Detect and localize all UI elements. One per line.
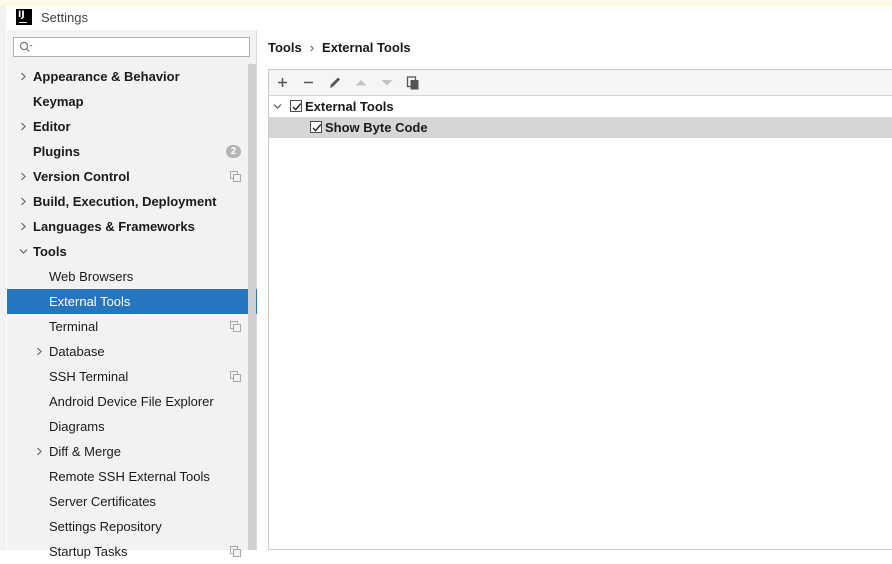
sidebar-item-label: Settings Repository [49,519,162,534]
sidebar-item-keymap[interactable]: Keymap [7,89,257,114]
left-strip [0,6,6,550]
sidebar-item-server-certificates[interactable]: Server Certificates [7,489,257,514]
project-level-icon [230,546,241,557]
sidebar-scrollbar[interactable] [248,64,256,550]
chevron-right-icon[interactable] [19,197,28,206]
sidebar-item-database[interactable]: Database [7,339,257,364]
sidebar-item-label: Editor [33,119,71,134]
tool-group-label: External Tools [305,99,394,114]
intellij-logo-icon: IJ [16,9,32,25]
breadcrumb-separator: › [309,40,315,55]
edit-icon [330,77,340,88]
chevron-right-icon[interactable] [35,447,44,456]
remove-button[interactable] [300,74,318,91]
sidebar-item-label: Database [49,344,105,359]
sidebar-item-plugins[interactable]: Plugins 2 [7,139,257,164]
sidebar-item-web-browsers[interactable]: Web Browsers [7,264,257,289]
tool-group-checkbox[interactable] [290,100,302,112]
add-icon [278,78,287,87]
sidebar-item-appearance-behavior[interactable]: Appearance & Behavior [7,64,257,89]
chevron-right-icon[interactable] [19,172,28,181]
tools-toolbar [269,70,892,96]
checkmark-icon [312,124,322,132]
chevron-right-icon[interactable] [19,72,28,81]
scrollbar-thumb[interactable] [248,64,256,550]
breadcrumb: Tools › External Tools [268,40,411,55]
tool-label: Show Byte Code [325,120,428,135]
sidebar-item-label: Plugins [33,144,80,159]
chevron-down-icon[interactable] [273,102,282,111]
sidebar-item-tools[interactable]: Tools [7,239,257,264]
tool-checkbox[interactable] [310,121,322,133]
sidebar-item-label: External Tools [49,294,131,309]
plugins-update-badge: 2 [226,145,241,158]
sidebar-item-languages-frameworks[interactable]: Languages & Frameworks [7,214,257,239]
checkmark-icon [292,103,302,111]
sidebar-item-label: Languages & Frameworks [33,219,195,234]
sidebar-item-diagrams[interactable]: Diagrams [7,414,257,439]
sidebar-item-label: Web Browsers [49,269,134,284]
breadcrumb-current: External Tools [322,40,411,55]
project-level-icon [230,321,241,332]
move-down-icon [381,80,393,86]
search-input[interactable] [13,37,250,57]
move-up-button[interactable] [352,74,370,91]
project-level-icon [230,171,241,182]
sidebar-item-label: Diff & Merge [49,444,122,459]
sidebar-item-label: Keymap [33,94,84,109]
remove-icon [304,81,313,84]
move-down-button[interactable] [378,74,396,91]
add-button[interactable] [274,74,292,91]
copy-icon [406,76,419,90]
sidebar-item-android-device-file-explorer[interactable]: Android Device File Explorer [7,389,257,414]
project-level-icon [230,371,241,382]
sidebar-item-label: Tools [33,244,67,259]
search-icon [19,41,33,52]
edit-button[interactable] [326,74,344,91]
sidebar-item-startup-tasks[interactable]: Startup Tasks [7,539,257,564]
sidebar-item-label: Diagrams [49,419,105,434]
sidebar-item-remote-ssh-external-tools[interactable]: Remote SSH External Tools [7,464,257,489]
sidebar-item-label: Build, Execution, Deployment [33,194,217,209]
sidebar-item-label: Version Control [33,169,130,184]
sidebar-item-label: Android Device File Explorer [49,394,214,409]
breadcrumb-parent[interactable]: Tools [268,40,302,55]
sidebar-item-version-control[interactable]: Version Control [7,164,257,189]
tool-row[interactable]: Show Byte Code [269,117,892,138]
sidebar-item-label: Startup Tasks [49,544,128,559]
sidebar-item-label: Remote SSH External Tools [49,469,210,484]
sidebar-item-label: SSH Terminal [49,369,129,384]
sidebar-item-label: Appearance & Behavior [33,69,180,84]
settings-sidebar: Appearance & Behavior Keymap Editor Plugins… [7,30,257,559]
title-bar: IJ Settings [6,6,892,30]
chevron-right-icon[interactable] [35,347,44,356]
chevron-right-icon[interactable] [19,122,28,131]
sidebar-item-label: Terminal [49,319,99,334]
sidebar-item-diff-merge[interactable]: Diff & Merge [7,439,257,464]
chevron-right-icon[interactable] [19,222,28,231]
tool-group-row[interactable]: External Tools [269,96,892,117]
sidebar-item-external-tools[interactable]: External Tools [7,289,257,314]
sidebar-item-label: Server Certificates [49,494,156,509]
external-tools-panel: External Tools Show Byte Code [268,69,892,550]
move-up-icon [355,80,367,86]
window-title: Settings [41,10,88,25]
chevron-down-icon[interactable] [19,247,28,256]
sidebar-item-terminal[interactable]: Terminal [7,314,257,339]
sidebar-item-build-execution-deployment[interactable]: Build, Execution, Deployment [7,189,257,214]
sidebar-item-settings-repository[interactable]: Settings Repository [7,514,257,539]
copy-button[interactable] [404,74,422,91]
sidebar-item-ssh-terminal[interactable]: SSH Terminal [7,364,257,389]
sidebar-item-editor[interactable]: Editor [7,114,257,139]
